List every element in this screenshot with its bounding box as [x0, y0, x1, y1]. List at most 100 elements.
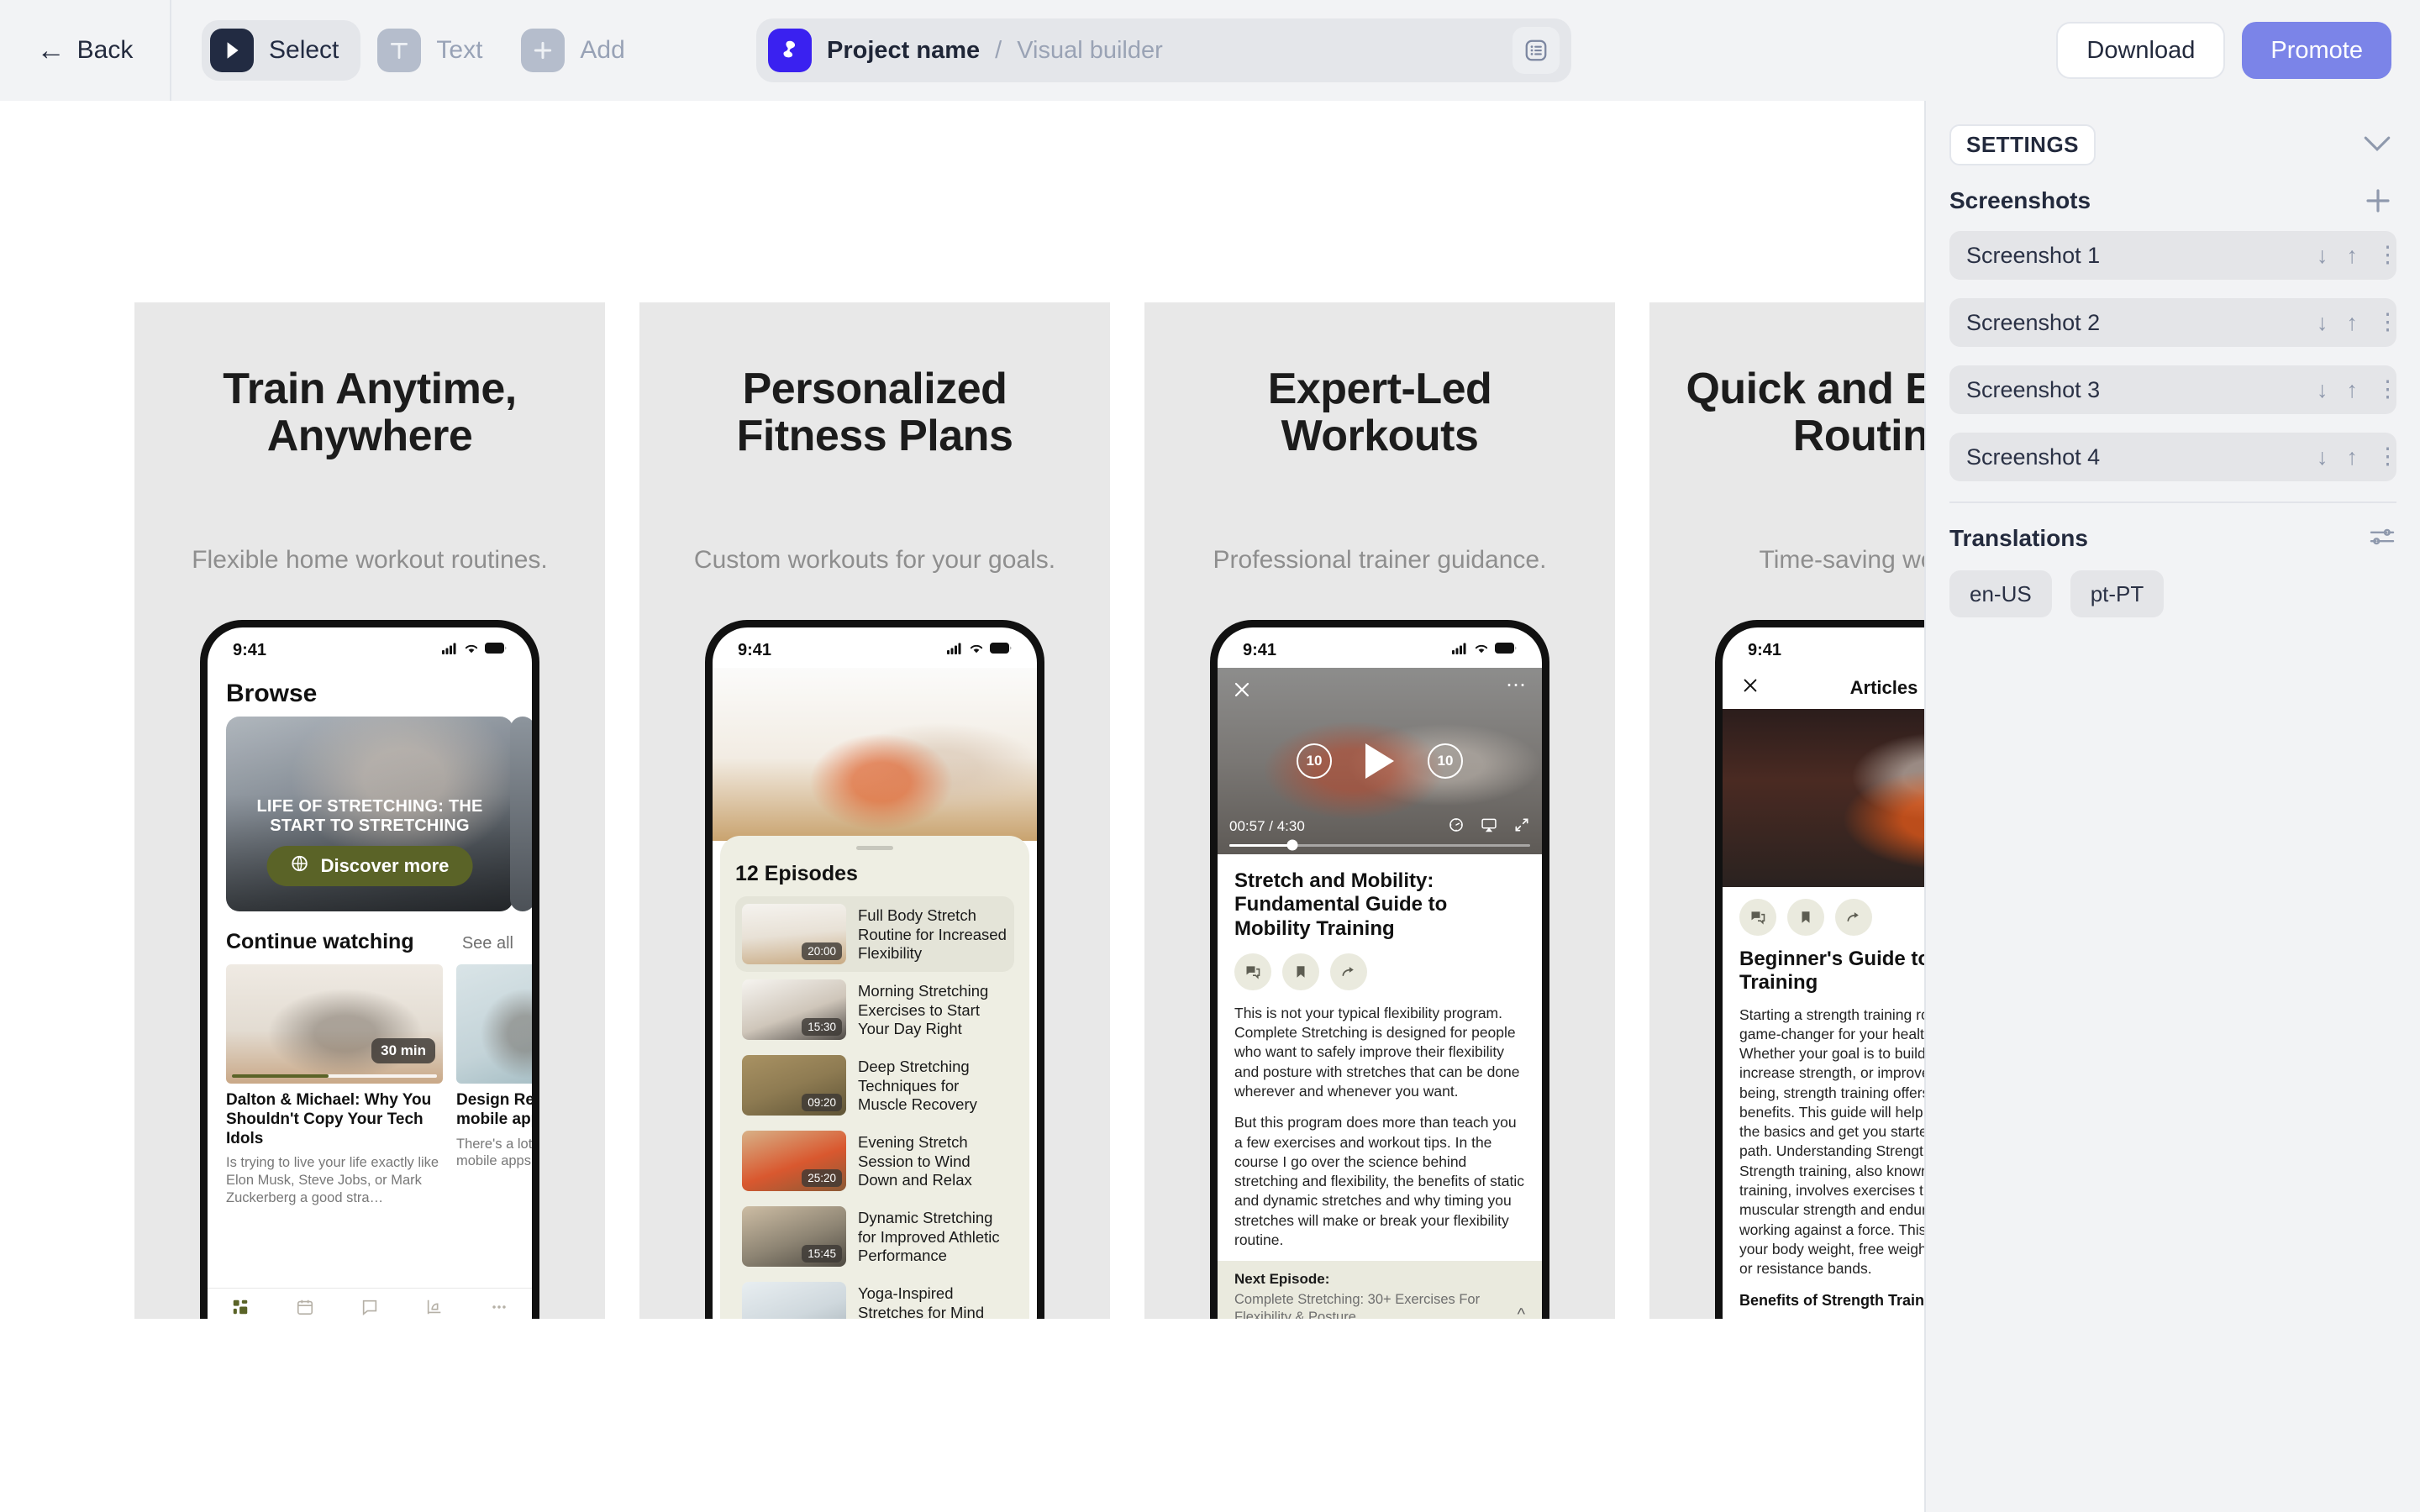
discover-more-label: Discover more — [320, 855, 450, 876]
screenshot-item-2[interactable]: Screenshot 2 ↓ ↑ ⋮ — [1949, 298, 2399, 347]
translations-section-header: Translations — [1949, 525, 2396, 552]
settings-header: SETTINGS — [1949, 124, 2396, 165]
nutrition-icon — [402, 1296, 467, 1318]
episode-row[interactable]: Yoga-Inspired Stretches for Mind and Bod… — [735, 1274, 1014, 1319]
bookmark-icon[interactable] — [1282, 953, 1319, 990]
wifi-icon — [464, 643, 479, 659]
language-pt-pt[interactable]: pt-PT — [2070, 570, 2165, 617]
phone-mockup-2: 9:41 12 Episodes 20:00 Full Body Stretch… — [705, 620, 1044, 1319]
sheet-grabber[interactable] — [856, 846, 893, 850]
share-icon[interactable] — [1835, 899, 1872, 936]
screenshot-card-2[interactable]: Personalized Fitness Plans Custom workout… — [639, 302, 1110, 1319]
add-screenshot-button[interactable] — [2363, 186, 2396, 216]
more-vertical-icon[interactable]: ⋮ — [2376, 311, 2399, 334]
card-title: Quick and EffectiveRoutines — [1686, 365, 1924, 461]
cellular-icon — [1452, 643, 1468, 659]
chevron-down-icon[interactable] — [2363, 131, 2396, 160]
skip-forward-10-icon[interactable]: 10 — [1428, 743, 1463, 779]
close-icon[interactable] — [1232, 680, 1252, 704]
move-up-icon[interactable]: ↑ — [2347, 243, 2359, 269]
move-down-icon[interactable]: ↓ — [2317, 310, 2328, 336]
more-vertical-icon[interactable]: ⋮ — [2376, 445, 2399, 469]
episode-row[interactable]: 15:45 Dynamic Stretching for Improved At… — [735, 1199, 1014, 1274]
episode-row[interactable]: 15:30 Morning Stretching Exercises to St… — [735, 972, 1014, 1047]
comment-icon[interactable] — [1234, 953, 1271, 990]
screenshot-item-4[interactable]: Screenshot 4 ↓ ↑ ⋮ — [1949, 433, 2399, 481]
more-vertical-icon[interactable]: ⋮ — [2376, 244, 2399, 267]
tab-more[interactable]: More — [467, 1296, 532, 1319]
video-player[interactable]: ⋯ 10 10 00:57 / 4:30 — [1218, 668, 1542, 854]
card-title: Expert-Led Workouts — [1267, 365, 1492, 461]
screenshot-name: Screenshot 3 — [1966, 376, 2101, 402]
screenshot-item-3[interactable]: Screenshot 3 ↓ ↑ ⋮ — [1949, 365, 2399, 414]
editor-canvas[interactable]: Train Anytime, Anywhere Flexible home wor… — [0, 101, 1924, 1512]
next-episode-bar[interactable]: Next Episode: Complete Stretching: 30+ E… — [1218, 1261, 1542, 1319]
episodes-sheet: 12 Episodes 20:00 Full Body Stretch Rout… — [720, 836, 1029, 1319]
close-icon[interactable] — [1741, 676, 1760, 699]
episode-thumbnail: 15:30 — [742, 979, 846, 1040]
episode-row[interactable]: 20:00 Full Body Stretch Routine for Incr… — [735, 896, 1014, 972]
tab-chats[interactable]: Chats — [337, 1296, 402, 1319]
move-down-icon[interactable]: ↓ — [2317, 243, 2328, 269]
tab-nutritions[interactable]: Nutritions — [402, 1296, 467, 1319]
play-icon[interactable] — [1365, 743, 1394, 779]
watch-card[interactable]: Design Review: mobile app There's a lot … — [456, 964, 532, 1207]
top-actions: Download Promote — [2056, 22, 2391, 79]
project-bar[interactable]: Project name / Visual builder — [756, 18, 1571, 82]
speed-icon[interactable] — [1448, 816, 1465, 837]
sliders-icon[interactable] — [2368, 526, 2396, 552]
move-down-icon[interactable]: ↓ — [2317, 377, 2328, 403]
battery-icon — [990, 643, 1012, 658]
list-icon[interactable] — [1512, 27, 1560, 74]
skip-back-10-icon[interactable]: 10 — [1297, 743, 1332, 779]
episode-row[interactable]: 09:20 Deep Stretching Techniques for Mus… — [735, 1047, 1014, 1123]
episode-thumbnail: 20:00 — [742, 904, 846, 964]
article-body: Starting a strength training routine can… — [1739, 1005, 1924, 1278]
tool-select[interactable]: Select — [202, 20, 361, 81]
screenshot-card-4[interactable]: Quick and EffectiveRoutines Time-saving … — [1649, 302, 1924, 1319]
next-episode-title: Complete Stretching: 30+ Exercises For F… — [1234, 1292, 1481, 1319]
more-horizontal-icon[interactable]: ⋯ — [1506, 675, 1528, 696]
move-down-icon[interactable]: ↓ — [2317, 444, 2328, 470]
tab-browse[interactable]: Browse — [208, 1296, 272, 1319]
screenshot-name: Screenshot 4 — [1966, 444, 2101, 470]
share-icon[interactable] — [1330, 953, 1367, 990]
move-up-icon[interactable]: ↑ — [2347, 377, 2359, 403]
project-subtitle: Visual builder — [1017, 36, 1163, 64]
video-progress-bar[interactable] — [1229, 839, 1530, 851]
download-button[interactable]: Download — [2056, 22, 2226, 79]
episode-thumbnail — [742, 1282, 846, 1319]
tool-add[interactable]: Add — [513, 20, 646, 81]
hero-banner[interactable]: LIFE OF STRETCHING: THE START TO STRETCH… — [226, 717, 513, 911]
move-up-icon[interactable]: ↑ — [2347, 310, 2359, 336]
tool-text-label: Text — [436, 36, 483, 64]
episode-row[interactable]: 25:20 Evening Stretch Session to Wind Do… — [735, 1123, 1014, 1199]
more-horizontal-icon — [467, 1296, 532, 1318]
settings-tab[interactable]: SETTINGS — [1949, 124, 2096, 165]
language-en-us[interactable]: en-US — [1949, 570, 2052, 617]
watch-card[interactable]: 30 min Dalton & Michael: Why You Shouldn… — [226, 964, 443, 1207]
back-button[interactable]: ← Back — [0, 0, 171, 101]
screenshot-card-1[interactable]: Train Anytime, Anywhere Flexible home wor… — [134, 302, 605, 1319]
move-up-icon[interactable]: ↑ — [2347, 444, 2359, 470]
section-title: Continue watching — [226, 930, 414, 953]
bookmark-icon[interactable] — [1787, 899, 1824, 936]
discover-more-button[interactable]: Discover more — [266, 846, 473, 886]
settings-sidebar: SETTINGS Screenshots Screenshot 1 ↓ ↑ ⋮ … — [1924, 101, 2420, 1512]
see-all-link[interactable]: See all — [462, 934, 513, 953]
video-progress-handle[interactable] — [1286, 839, 1298, 851]
screenshot-card-3[interactable]: Expert-Led Workouts Professional trainer … — [1144, 302, 1615, 1319]
tool-text[interactable]: Text — [369, 20, 504, 81]
divider — [1949, 501, 2396, 503]
next-episode-label: Next Episode: — [1234, 1271, 1330, 1288]
fullscreen-icon[interactable] — [1513, 816, 1530, 837]
hero-next-slide[interactable] — [510, 717, 532, 911]
more-vertical-icon[interactable]: ⋮ — [2376, 378, 2399, 402]
airplay-icon[interactable] — [1480, 816, 1498, 837]
promote-button[interactable]: Promote — [2242, 22, 2391, 79]
chevron-up-icon[interactable]: ^ — [1518, 1305, 1525, 1319]
episode-title: Deep Stretching Techniques for Muscle Re… — [858, 1058, 977, 1114]
screenshot-item-1[interactable]: Screenshot 1 ↓ ↑ ⋮ — [1949, 231, 2399, 280]
tab-today[interactable]: Today — [272, 1296, 337, 1319]
comment-icon[interactable] — [1739, 899, 1776, 936]
